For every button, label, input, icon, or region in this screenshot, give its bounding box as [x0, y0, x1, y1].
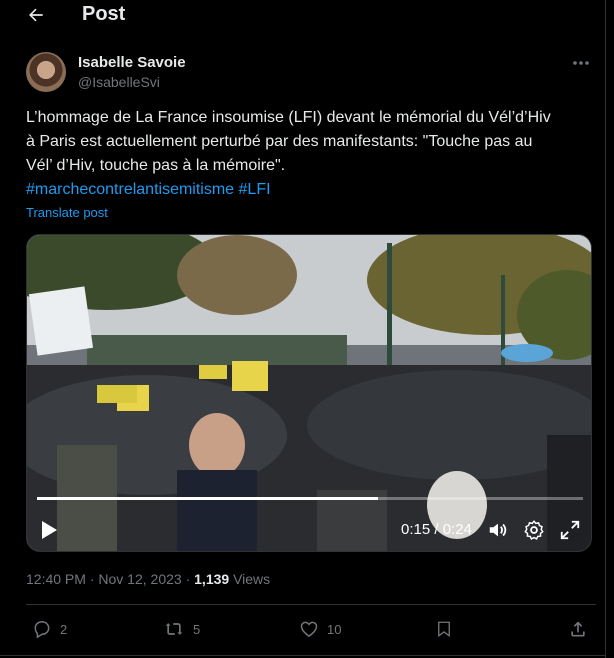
author-handle[interactable]: @IsabelleSvi — [78, 74, 160, 90]
repost-icon — [165, 623, 183, 635]
video-progress-bar[interactable] — [37, 497, 583, 500]
more-button[interactable] — [570, 56, 592, 70]
author-row: Isabelle Savoie @IsabelleSvi — [26, 52, 596, 94]
hashtag-link[interactable]: #LFI — [239, 181, 271, 198]
scrollbar[interactable] — [606, 0, 614, 658]
like-count: 10 — [327, 621, 342, 637]
more-icon — [573, 61, 589, 65]
hashtag-link[interactable]: #marchecontrelantisemitisme — [26, 181, 234, 198]
tweet-text-line: à Paris est actuellement perturbé par de… — [26, 133, 533, 150]
bookmark-button[interactable] — [435, 618, 461, 640]
volume-button[interactable] — [487, 519, 509, 541]
settings-icon — [524, 520, 544, 540]
bookmark-icon — [438, 621, 450, 638]
like-button[interactable]: 10 — [299, 618, 341, 640]
post-time[interactable]: 12:40 PM — [26, 571, 86, 587]
repost-count: 5 — [193, 621, 201, 637]
video-progress-fill — [37, 497, 379, 500]
translate-link[interactable]: Translate post — [26, 205, 108, 220]
avatar[interactable] — [26, 52, 66, 92]
separator-dot: · — [181, 571, 195, 587]
back-button[interactable] — [22, 2, 50, 28]
reply-icon — [34, 621, 50, 639]
video-time: 0:15 / 0:24 — [401, 521, 472, 538]
tweet-text-line: L’hommage de La France insoumise (LFI) d… — [26, 109, 551, 126]
video-frame — [27, 235, 591, 551]
tweet-text-line: Vél’ d’Hiv, touche pas à la mémoire". — [26, 157, 286, 174]
volume-icon — [489, 523, 507, 537]
share-button[interactable] — [568, 618, 596, 640]
divider — [26, 604, 596, 605]
views-count: 1,139 — [194, 571, 230, 587]
play-button[interactable] — [39, 519, 59, 541]
like-icon — [300, 621, 318, 637]
header: Post — [0, 0, 606, 30]
tweet-text: L’hommage de La France insoumise (LFI) d… — [26, 106, 596, 202]
share-icon — [571, 621, 585, 637]
fullscreen-button[interactable] — [559, 519, 581, 541]
views-label: Views — [229, 571, 271, 587]
reply-count: 2 — [60, 621, 68, 637]
author-name[interactable]: Isabelle Savoie — [78, 54, 186, 71]
play-icon — [42, 521, 57, 539]
back-arrow-icon — [29, 8, 43, 22]
post-date[interactable]: Nov 12, 2023 — [98, 571, 181, 587]
separator-dot: · — [85, 571, 99, 587]
video-player[interactable]: 0:15 / 0:24 — [26, 234, 592, 552]
fullscreen-icon — [560, 520, 580, 540]
settings-button[interactable] — [523, 519, 545, 541]
reply-button[interactable]: 2 — [32, 618, 67, 640]
divider — [0, 655, 606, 656]
post-meta: 12:40 PM · Nov 12, 2023 · 1,139 Views — [26, 571, 270, 587]
page-title: Post — [82, 3, 126, 25]
repost-button[interactable]: 5 — [163, 618, 200, 640]
hashtags: #marchecontrelantisemitisme #LFI — [26, 178, 596, 202]
action-bar: 2 5 10 — [26, 614, 596, 644]
